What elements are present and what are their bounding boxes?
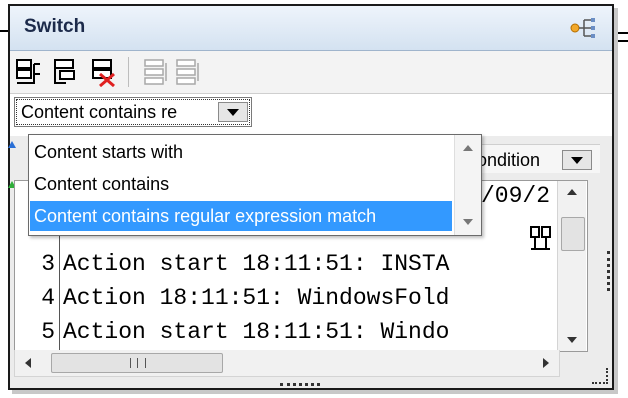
condition-type-dropdown[interactable]: Content contains re	[14, 97, 252, 127]
delete-case-icon[interactable]	[90, 57, 118, 87]
editor-horizontal-scrollbar[interactable]	[14, 350, 560, 377]
side-resize-handle[interactable]	[607, 251, 610, 291]
panel-toolbar	[10, 51, 612, 94]
condition-type-row: Content contains re	[10, 94, 612, 136]
condition-type-options-list: Content starts with Content contains Con…	[28, 134, 482, 236]
scroll-left-icon[interactable]	[25, 358, 31, 368]
chevron-down-icon[interactable]	[218, 102, 248, 122]
options-scrollbar[interactable]	[454, 135, 481, 235]
option-content-contains[interactable]: Content contains	[30, 169, 452, 199]
line-number: 5	[41, 319, 55, 345]
editor-vertical-scrollbar[interactable]	[557, 181, 586, 351]
line-number: 3	[41, 251, 55, 277]
chevron-down-icon[interactable]	[562, 150, 592, 170]
move-case-up-icon[interactable]	[142, 57, 170, 87]
editor-line: 5 Action start 18:11:51: Windo	[15, 315, 587, 349]
move-case-down-icon[interactable]	[174, 57, 202, 87]
canvas-line	[612, 40, 628, 42]
option-content-contains-regex[interactable]: Content contains regular expression matc…	[30, 201, 452, 231]
resize-grip[interactable]	[592, 368, 608, 384]
scroll-right-icon[interactable]	[543, 358, 549, 368]
scroll-down-icon[interactable]	[567, 337, 577, 343]
add-case-icon[interactable]	[14, 57, 42, 87]
insert-case-icon[interactable]	[52, 57, 80, 87]
grip-icon	[130, 358, 146, 368]
condition-type-value: Content contains re	[21, 102, 178, 122]
scroll-thumb[interactable]	[51, 353, 223, 373]
canvas-line	[612, 32, 628, 34]
line-text: Action start 18:11:51: Windo	[63, 319, 450, 345]
line-text: Action 18:11:51: WindowsFold	[63, 285, 450, 311]
option-content-starts-with[interactable]: Content starts with	[30, 137, 452, 167]
panel-titlebar: Switch	[10, 6, 612, 51]
line-number: 4	[41, 285, 55, 311]
scroll-down-icon[interactable]	[463, 219, 473, 225]
scroll-thumb[interactable]	[561, 217, 585, 251]
scroll-up-icon[interactable]	[567, 189, 577, 195]
scroll-up-icon[interactable]	[463, 145, 473, 151]
editor-line: 3 Action start 18:11:51: INSTA	[15, 247, 587, 281]
switch-panel: Switch Content contains re condition /09…	[8, 4, 614, 390]
marker-blue-icon	[8, 141, 16, 148]
line-text: Action start 18:11:51: INSTA	[63, 251, 450, 277]
panel-title: Switch	[24, 16, 86, 37]
bottom-resize-handle[interactable]	[280, 383, 320, 386]
match-glyph-icon	[530, 226, 551, 250]
switch-tree-icon	[570, 18, 595, 38]
toolbar-separator	[128, 57, 129, 87]
line-text: /09/2	[481, 183, 551, 209]
editor-line: 4 Action 18:11:51: WindowsFold	[15, 281, 587, 315]
